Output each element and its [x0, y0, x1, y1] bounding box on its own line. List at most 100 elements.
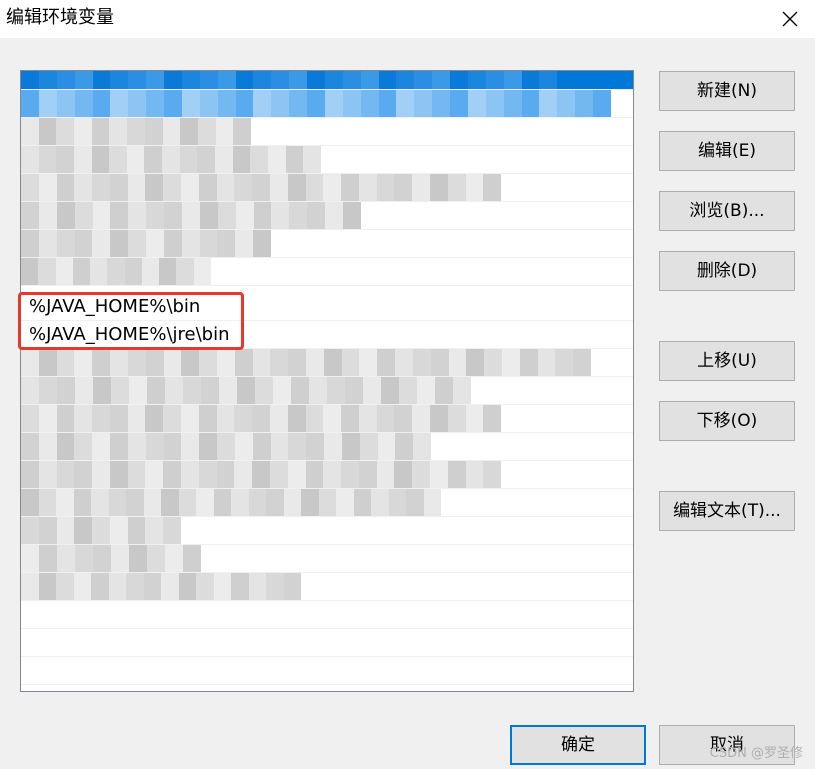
mosaic-cell	[215, 118, 234, 145]
list-item[interactable]	[21, 118, 633, 146]
mosaic-cell	[21, 71, 39, 89]
mosaic-cell	[109, 174, 128, 201]
mosaic-cell	[57, 545, 75, 572]
list-item[interactable]	[21, 71, 633, 90]
mosaic-cell	[197, 118, 216, 145]
mosaic-cell	[253, 71, 272, 89]
mosaic-cell	[92, 405, 110, 432]
mosaic-cell	[593, 71, 611, 89]
mosaic-cell	[271, 202, 290, 229]
mosaic-cell	[181, 349, 200, 376]
close-button[interactable]	[775, 4, 805, 34]
list-item[interactable]	[21, 601, 633, 629]
browse-button[interactable]: 浏览(B)...	[659, 191, 795, 231]
mosaic-cell	[325, 202, 344, 229]
list-item[interactable]	[21, 349, 633, 377]
list-item[interactable]	[21, 202, 633, 230]
mosaic-cell	[92, 71, 111, 89]
mosaic-cell	[306, 349, 324, 376]
list-item[interactable]	[21, 174, 633, 202]
list-item[interactable]	[21, 573, 633, 601]
move-down-button[interactable]: 下移(O)	[659, 401, 795, 441]
mosaic-cell	[575, 71, 593, 89]
mosaic-cell	[341, 461, 359, 488]
mosaic-cell	[485, 71, 504, 89]
mosaic-cell	[219, 377, 237, 404]
mosaic-cell	[323, 461, 342, 488]
mosaic-cell	[252, 433, 271, 460]
mosaic-cell	[306, 433, 325, 460]
mosaic-cell	[164, 90, 182, 117]
mosaic-cell	[396, 90, 415, 117]
mosaic-cell	[74, 349, 93, 376]
title-bar: 编辑环境变量	[0, 0, 815, 38]
mosaic-cell	[289, 71, 307, 89]
list-item[interactable]	[21, 657, 633, 685]
list-item[interactable]	[21, 433, 633, 461]
mosaic-cell	[432, 71, 450, 89]
edit-text-button[interactable]: 编辑文本(T)...	[659, 491, 795, 531]
list-item[interactable]	[21, 629, 633, 657]
mosaic-cell	[124, 258, 142, 285]
mosaic-cell	[269, 461, 288, 488]
mosaic-cell	[396, 71, 415, 89]
mosaic-cell	[183, 545, 201, 572]
mosaic-cell	[213, 489, 231, 516]
mosaic-cell	[270, 349, 289, 376]
mosaic-cell	[371, 489, 389, 516]
mosaic-cell	[252, 461, 270, 488]
list-item[interactable]	[21, 377, 633, 405]
mosaic-cell	[111, 377, 129, 404]
list-item[interactable]	[21, 258, 633, 286]
mosaic-cell	[267, 146, 286, 173]
mosaic-cell	[21, 90, 39, 117]
mosaic-cell	[72, 258, 91, 285]
list-item[interactable]	[21, 230, 633, 258]
mosaic-cell	[359, 349, 378, 376]
mosaic-cell	[128, 202, 147, 229]
mosaic-cell	[73, 573, 91, 600]
highlight-annotation	[18, 292, 244, 350]
mosaic-cell	[56, 517, 75, 544]
mosaic-cell	[21, 230, 39, 257]
mosaic-cell	[56, 118, 75, 145]
list-item[interactable]	[21, 90, 633, 118]
mosaic-cell	[388, 489, 406, 516]
list-item[interactable]	[21, 405, 633, 433]
mosaic-cell	[271, 71, 290, 89]
mosaic-cell	[342, 90, 361, 117]
mosaic-cell	[199, 202, 218, 229]
list-item[interactable]	[21, 489, 633, 517]
ok-button[interactable]: 确定	[510, 725, 646, 765]
edit-button[interactable]: 编辑(E)	[659, 131, 795, 171]
mosaic-cell	[301, 489, 319, 516]
mosaic-cell	[38, 202, 57, 229]
delete-button[interactable]: 删除(D)	[659, 251, 795, 291]
path-list[interactable]: %JAVA_HOME%\bin %JAVA_HOME%\jre\bin	[20, 70, 634, 692]
mosaic-cell	[162, 146, 180, 173]
mosaic-cell	[111, 545, 129, 572]
mosaic-cell	[231, 573, 249, 600]
mosaic-cell	[435, 377, 453, 404]
mosaic-cell	[74, 202, 93, 229]
window-title: 编辑环境变量	[6, 7, 114, 28]
mosaic-cell	[165, 377, 183, 404]
mosaic-cell	[90, 258, 108, 285]
mosaic-cell	[145, 349, 164, 376]
new-button[interactable]: 新建(N)	[659, 71, 795, 111]
mosaic-cell	[465, 405, 484, 432]
mosaic-cell	[159, 258, 177, 285]
list-item[interactable]	[21, 146, 633, 174]
list-item[interactable]	[21, 545, 633, 573]
list-item[interactable]	[21, 461, 633, 489]
move-up-button[interactable]: 上移(U)	[659, 341, 795, 381]
mosaic-cell	[467, 90, 486, 117]
mosaic-cell	[145, 433, 164, 460]
mosaic-cell	[235, 230, 254, 257]
mosaic-cell	[288, 349, 306, 376]
mosaic-cell	[358, 405, 377, 432]
mosaic-cell	[557, 71, 576, 89]
mosaic-cell	[110, 90, 129, 117]
mosaic-cell	[323, 174, 342, 201]
list-item[interactable]	[21, 517, 633, 545]
